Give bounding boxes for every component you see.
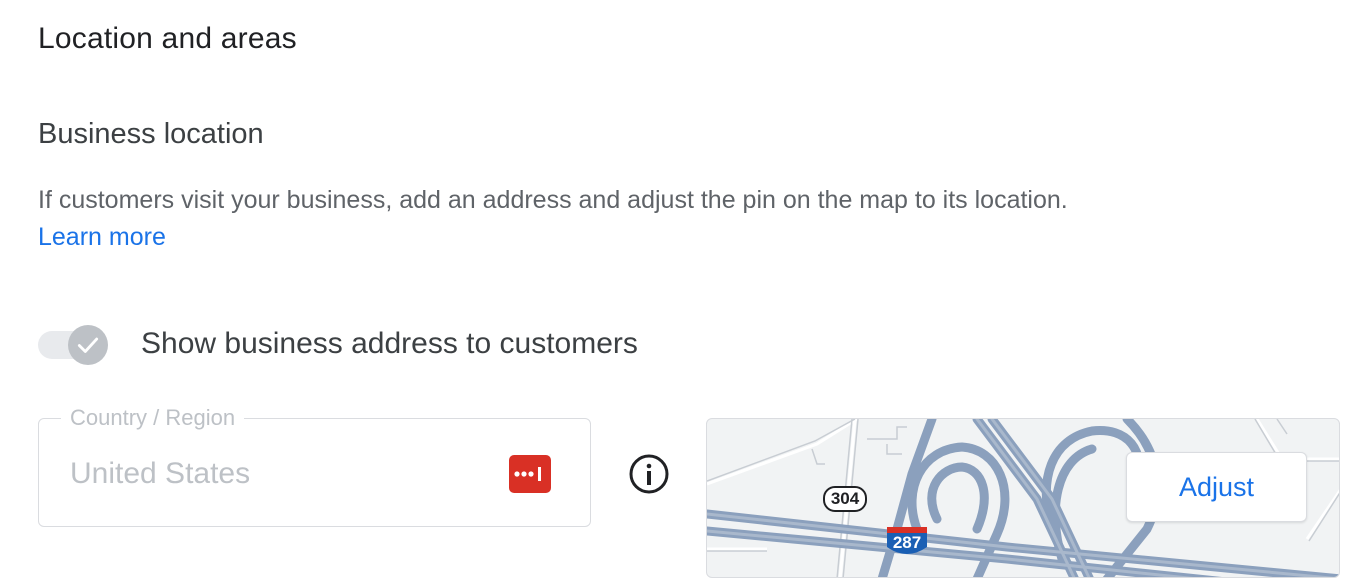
adjust-button[interactable]: Adjust <box>1126 452 1307 522</box>
info-icon[interactable] <box>628 453 670 495</box>
business-location-title: Business location <box>38 118 264 150</box>
section-title: Location and areas <box>38 22 297 55</box>
check-icon <box>77 337 99 353</box>
learn-more-link[interactable]: Learn more <box>38 220 166 254</box>
toggle-knob <box>68 325 108 365</box>
country-region-label: Country / Region <box>61 406 245 430</box>
country-region-value: United States <box>70 457 251 490</box>
show-address-toggle-label: Show business address to customers <box>141 327 638 360</box>
business-location-description: If customers visit your business, add an… <box>38 186 1068 214</box>
map-preview[interactable]: 304 287 Adjust <box>706 418 1340 578</box>
country-region-field[interactable]: Country / Region United States <box>38 406 591 527</box>
interstate-287-label: 287 <box>892 533 922 552</box>
show-address-toggle[interactable] <box>38 325 110 365</box>
password-manager-icon[interactable] <box>509 455 551 493</box>
route-304-label: 304 <box>830 489 860 508</box>
